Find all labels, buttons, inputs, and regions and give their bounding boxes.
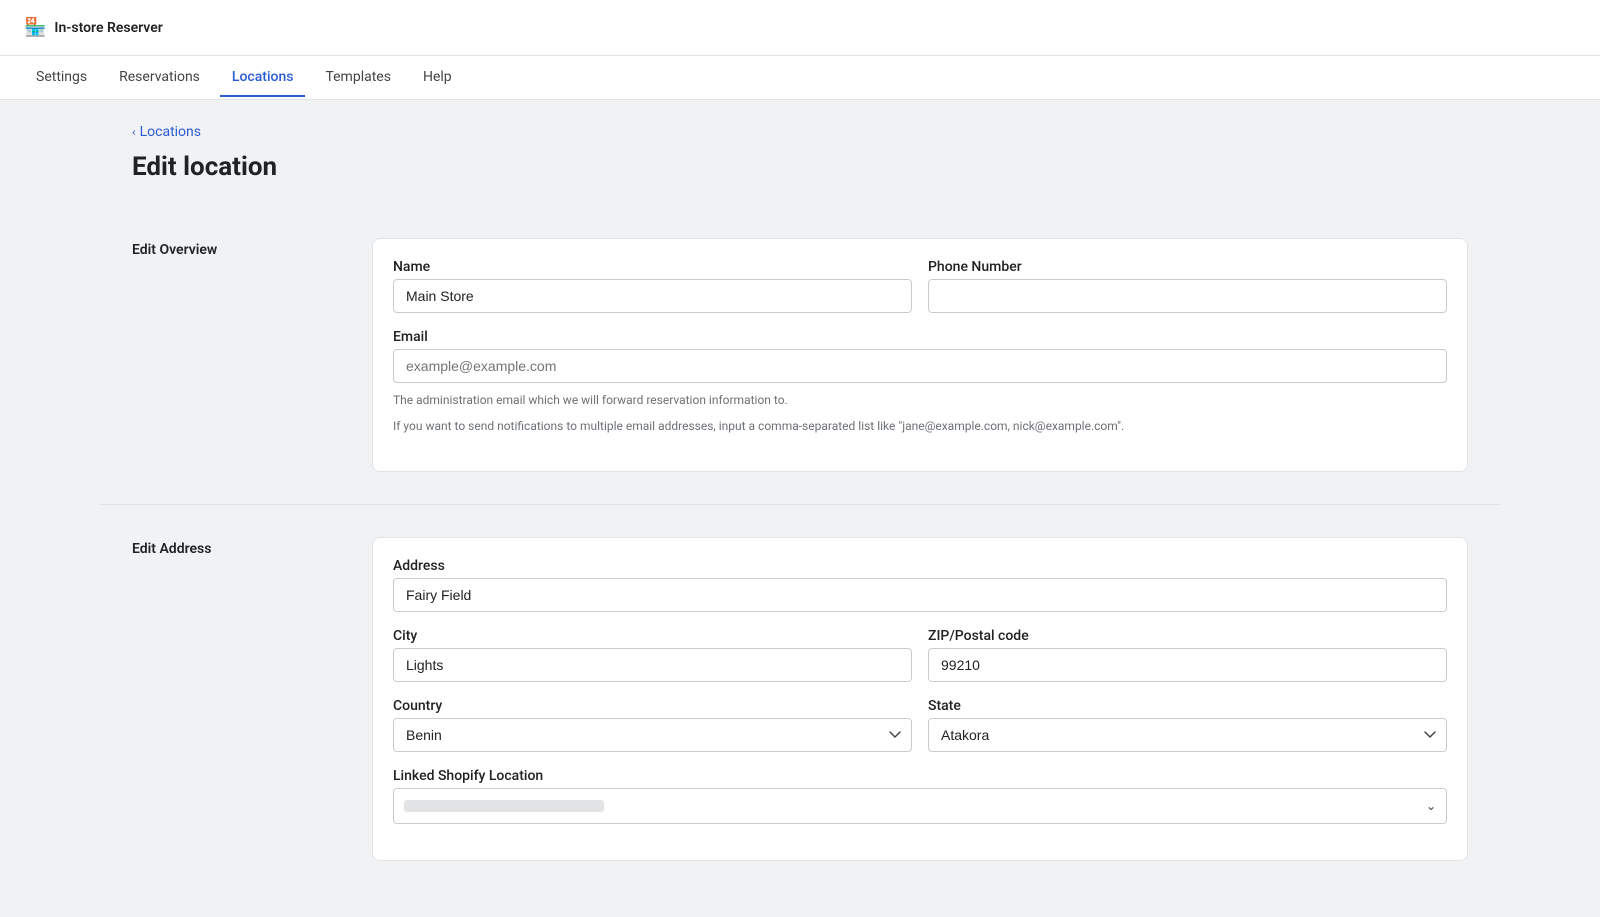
nav-settings[interactable]: Settings	[24, 59, 99, 97]
edit-address-card: Address City ZIP/Postal code Country	[372, 537, 1468, 861]
address-label: Address	[393, 558, 1447, 574]
app-logo-icon: 🏪	[24, 17, 46, 38]
nav-locations[interactable]: Locations	[220, 59, 306, 97]
main-content: ‹ Locations Edit location Edit Overview …	[100, 100, 1500, 917]
city-zip-row: City ZIP/Postal code	[393, 628, 1447, 682]
zip-input[interactable]	[928, 648, 1447, 682]
linked-shopify-label: Linked Shopify Location	[393, 768, 1447, 784]
address-row: Address	[393, 558, 1447, 612]
city-input[interactable]	[393, 648, 912, 682]
address-input[interactable]	[393, 578, 1447, 612]
edit-overview-label: Edit Overview	[132, 238, 332, 472]
breadcrumb-label: Locations	[140, 124, 201, 140]
edit-address-label: Edit Address	[132, 537, 332, 861]
name-label: Name	[393, 259, 912, 275]
nav-bar: Settings Reservations Locations Template…	[0, 56, 1600, 100]
country-group: Country Benin	[393, 698, 912, 752]
city-label: City	[393, 628, 912, 644]
zip-label: ZIP/Postal code	[928, 628, 1447, 644]
country-select[interactable]: Benin	[393, 718, 912, 752]
email-label: Email	[393, 329, 1447, 345]
linked-shopify-field[interactable]: ⌄	[393, 788, 1447, 824]
app-logo: 🏪 In-store Reserver	[24, 17, 163, 38]
phone-group: Phone Number	[928, 259, 1447, 313]
name-input[interactable]	[393, 279, 912, 313]
nav-reservations[interactable]: Reservations	[107, 59, 212, 97]
name-group: Name	[393, 259, 912, 313]
top-bar: 🏪 In-store Reserver	[0, 0, 1600, 56]
nav-help[interactable]: Help	[411, 59, 464, 97]
phone-input[interactable]	[928, 279, 1447, 313]
email-hint-2: If you want to send notifications to mul…	[393, 417, 1447, 435]
country-label: Country	[393, 698, 912, 714]
country-state-row: Country Benin State Atakora	[393, 698, 1447, 752]
state-select[interactable]: Atakora	[928, 718, 1447, 752]
address-group: Address	[393, 558, 1447, 612]
state-group: State Atakora	[928, 698, 1447, 752]
edit-overview-card: Name Phone Number Email The administrati…	[372, 238, 1468, 472]
email-hint-1: The administration email which we will f…	[393, 391, 1447, 409]
breadcrumb-chevron-icon: ‹	[132, 125, 136, 139]
breadcrumb[interactable]: ‹ Locations	[132, 124, 1468, 140]
email-group: Email The administration email which we …	[393, 329, 1447, 435]
state-label: State	[928, 698, 1447, 714]
nav-templates[interactable]: Templates	[313, 59, 403, 97]
page-title: Edit location	[132, 152, 1468, 182]
linked-shopify-row: Linked Shopify Location ⌄	[393, 768, 1447, 824]
linked-shopify-group: Linked Shopify Location ⌄	[393, 768, 1447, 824]
name-phone-row: Name Phone Number	[393, 259, 1447, 313]
app-name: In-store Reserver	[54, 20, 162, 36]
linked-shopify-arrow-icon: ⌄	[1426, 799, 1436, 813]
phone-label: Phone Number	[928, 259, 1447, 275]
zip-group: ZIP/Postal code	[928, 628, 1447, 682]
email-input[interactable]	[393, 349, 1447, 383]
edit-overview-section: Edit Overview Name Phone Number Email Th…	[132, 206, 1468, 504]
linked-shopify-loading	[404, 800, 604, 812]
edit-address-section: Edit Address Address City ZIP/Postal cod…	[132, 505, 1468, 893]
email-row: Email The administration email which we …	[393, 329, 1447, 435]
city-group: City	[393, 628, 912, 682]
